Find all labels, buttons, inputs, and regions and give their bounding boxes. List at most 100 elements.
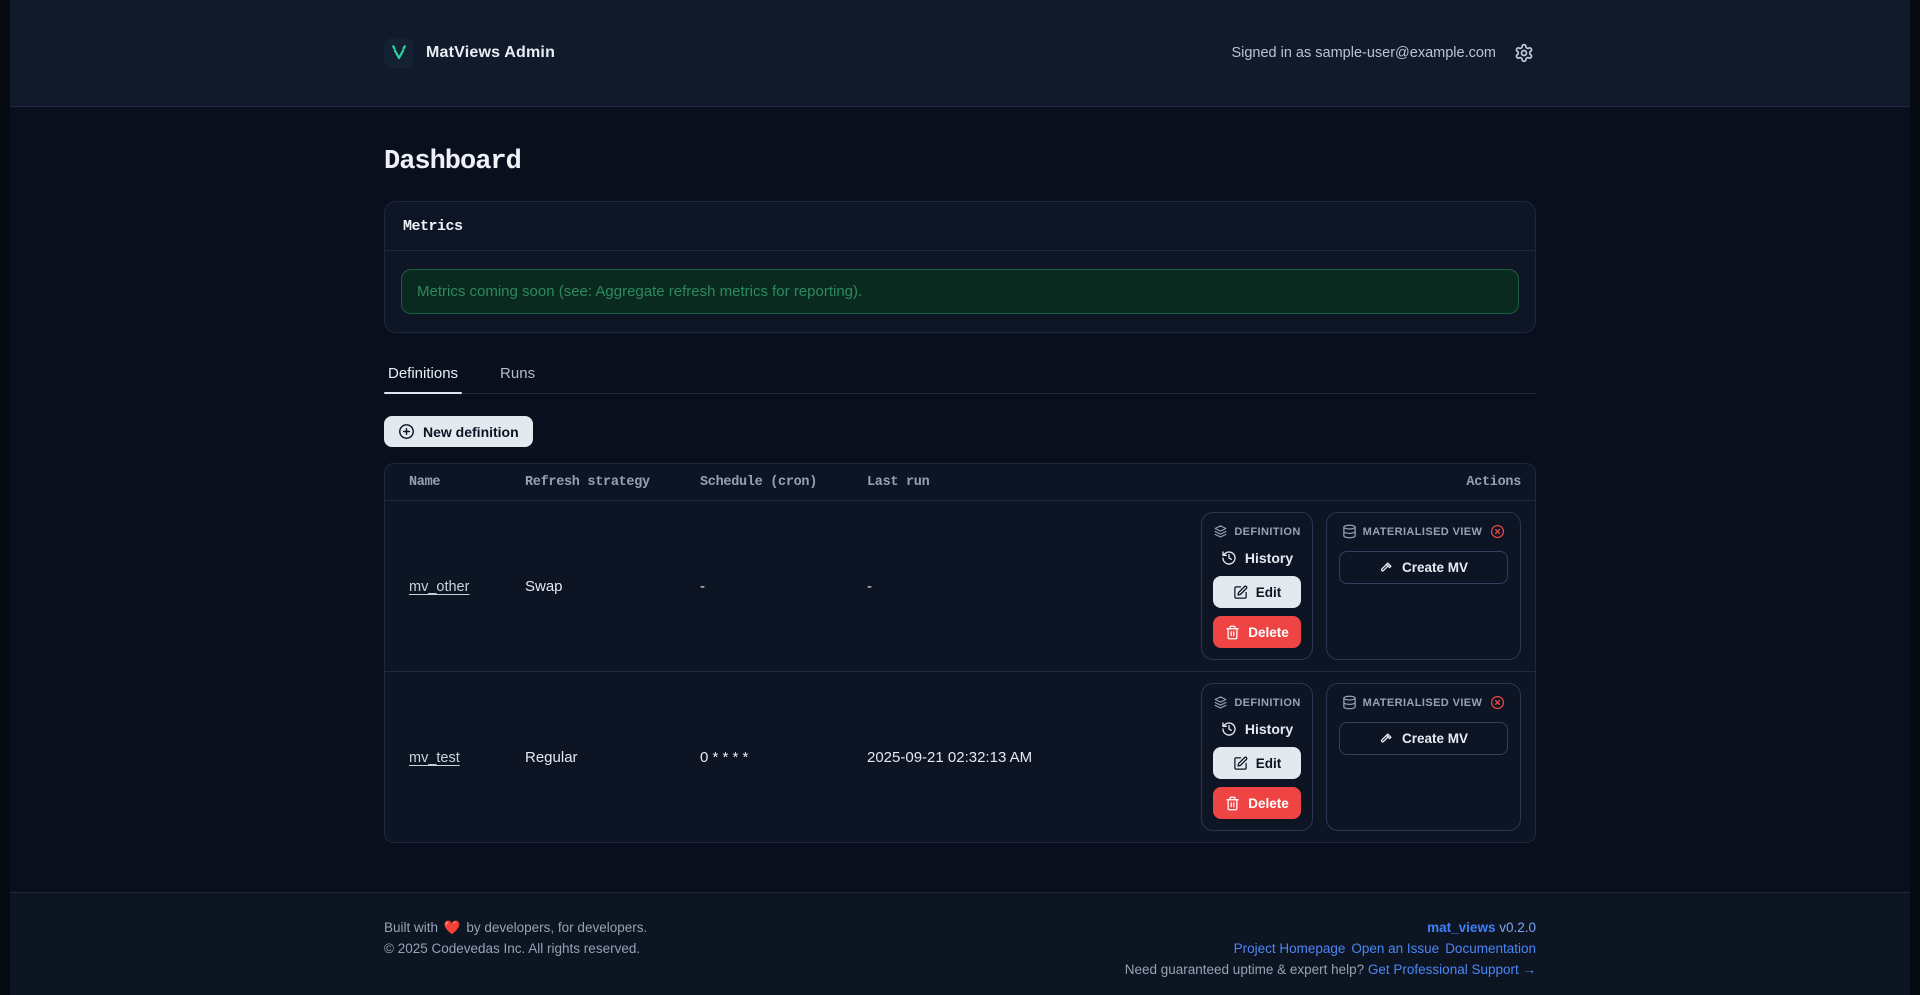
schedule-cell: 0 * * * * — [700, 749, 867, 766]
footer: Built with ❤️ by developers, for develop… — [10, 892, 1910, 995]
new-definition-label: New definition — [423, 424, 519, 440]
definition-panel-title: DEFINITION — [1213, 695, 1300, 710]
app-title: MatViews Admin — [426, 44, 555, 62]
table-row: mv_test Regular 0 * * * * 2025-09-21 02:… — [385, 671, 1535, 842]
settings-gear-icon[interactable] — [1512, 41, 1536, 65]
layers-icon — [1213, 524, 1228, 539]
definition-link-mv-test[interactable]: mv_test — [409, 750, 460, 766]
history-icon — [1221, 721, 1237, 737]
materialised-view-panel-title: MATERIALISED VIEW — [1342, 524, 1506, 539]
trash-icon — [1225, 625, 1240, 640]
history-button[interactable]: History — [1221, 550, 1293, 566]
main-content: Dashboard Metrics Metrics coming soon (s… — [10, 107, 1910, 892]
new-definition-button[interactable]: New definition — [384, 416, 533, 447]
layers-icon — [1213, 695, 1228, 710]
history-icon — [1221, 550, 1237, 566]
content-container: Dashboard Metrics Metrics coming soon (s… — [384, 147, 1536, 843]
definitions-toolbar: New definition — [384, 416, 1536, 447]
footer-link-project-homepage[interactable]: Project Homepage — [1234, 939, 1346, 960]
brand[interactable]: MatViews Admin — [384, 38, 555, 68]
metrics-card-header: Metrics — [385, 202, 1535, 251]
signed-in-text: Signed in as sample-user@example.com — [1231, 45, 1496, 61]
delete-button[interactable]: Delete — [1213, 787, 1301, 819]
create-mv-label: Create MV — [1402, 731, 1468, 746]
table-header-row: Name Refresh strategy Schedule (cron) La… — [385, 464, 1535, 501]
footer-link-open-an-issue[interactable]: Open an Issue — [1351, 939, 1439, 960]
metrics-coming-soon-alert: Metrics coming soon (see: Aggregate refr… — [401, 269, 1519, 314]
column-header-schedule: Schedule (cron) — [700, 475, 867, 490]
heart-icon: ❤️ — [442, 920, 463, 935]
definition-panel-title: DEFINITION — [1213, 524, 1300, 539]
edit-button[interactable]: Edit — [1213, 747, 1301, 779]
edit-label: Edit — [1256, 585, 1282, 600]
footer-link-documentation[interactable]: Documentation — [1445, 939, 1536, 960]
materialised-view-panel: MATERIALISED VIEW — [1326, 683, 1521, 831]
circle-x-icon — [1490, 524, 1505, 539]
footer-inner: Built with ❤️ by developers, for develop… — [384, 893, 1536, 981]
table-row: mv_other Swap - - — [385, 501, 1535, 671]
schedule-cell: - — [700, 578, 867, 595]
definition-name-cell: mv_other — [385, 578, 525, 595]
hammer-icon — [1379, 560, 1394, 575]
definition-panel-label: DEFINITION — [1234, 526, 1300, 538]
create-mv-button[interactable]: Create MV — [1339, 722, 1508, 755]
footer-built-prefix: Built with — [384, 920, 438, 935]
history-label: History — [1245, 721, 1293, 737]
footer-tagline: Built with ❤️ by developers, for develop… — [384, 918, 647, 939]
page: MatViews Admin Signed in as sample-user@… — [10, 0, 1910, 995]
materialised-view-panel-title: MATERIALISED VIEW — [1342, 695, 1506, 710]
tab-runs[interactable]: Runs — [496, 359, 539, 393]
footer-copyright: © 2025 Codevedas Inc. All rights reserve… — [384, 939, 647, 960]
definition-actions-panel: DEFINITION History — [1201, 512, 1313, 660]
materialised-view-label: MATERIALISED VIEW — [1363, 526, 1483, 538]
refresh-strategy-cell: Swap — [525, 578, 700, 595]
edit-button[interactable]: Edit — [1213, 576, 1301, 608]
matviews-logo-icon — [384, 38, 414, 68]
edit-label: Edit — [1256, 756, 1282, 771]
database-icon — [1342, 695, 1357, 710]
delete-label: Delete — [1248, 796, 1289, 811]
create-mv-button[interactable]: Create MV — [1339, 551, 1508, 584]
delete-label: Delete — [1248, 625, 1289, 640]
refresh-strategy-cell: Regular — [525, 749, 700, 766]
definition-panel-label: DEFINITION — [1234, 697, 1300, 709]
definitions-table: Name Refresh strategy Schedule (cron) La… — [384, 463, 1536, 843]
metrics-card-body: Metrics coming soon (see: Aggregate refr… — [385, 251, 1535, 332]
metrics-title: Metrics — [403, 218, 463, 235]
footer-link-professional-support[interactable]: Get Professional Support → — [1368, 962, 1536, 977]
footer-brand-line: mat_views v0.2.0 — [1125, 918, 1536, 939]
footer-support-line: Need guaranteed uptime & expert help? Ge… — [1125, 960, 1536, 981]
page-title: Dashboard — [384, 147, 1536, 177]
hammer-icon — [1379, 731, 1394, 746]
tab-bar: Definitions Runs — [384, 359, 1536, 394]
definition-name-cell: mv_test — [385, 749, 525, 766]
column-header-name: Name — [385, 475, 525, 490]
edit-pencil-icon — [1233, 756, 1248, 771]
materialised-view-panel: MATERIALISED VIEW — [1326, 512, 1521, 660]
column-header-actions: Actions — [1201, 475, 1535, 490]
delete-button[interactable]: Delete — [1213, 616, 1301, 648]
column-header-refresh-strategy: Refresh strategy — [525, 475, 700, 490]
footer-brand-link[interactable]: mat_views — [1427, 920, 1495, 935]
plus-circle-icon — [398, 423, 415, 440]
database-icon — [1342, 524, 1357, 539]
footer-version: v0.2.0 — [1499, 920, 1536, 935]
metrics-card: Metrics Metrics coming soon (see: Aggreg… — [384, 201, 1536, 333]
history-label: History — [1245, 550, 1293, 566]
footer-left: Built with ❤️ by developers, for develop… — [384, 918, 647, 960]
definition-actions-panel: DEFINITION History — [1201, 683, 1313, 831]
history-button[interactable]: History — [1221, 721, 1293, 737]
top-header-inner: MatViews Admin Signed in as sample-user@… — [384, 38, 1536, 68]
trash-icon — [1225, 796, 1240, 811]
top-header-right: Signed in as sample-user@example.com — [1231, 41, 1536, 65]
last-run-cell: - — [867, 578, 1201, 595]
top-header: MatViews Admin Signed in as sample-user@… — [10, 0, 1910, 107]
circle-x-icon — [1490, 695, 1505, 710]
definition-link-mv-other[interactable]: mv_other — [409, 579, 469, 595]
footer-right: mat_views v0.2.0 Project Homepage Open a… — [1125, 918, 1536, 981]
column-header-last-run: Last run — [867, 475, 1201, 490]
footer-built-suffix: by developers, for developers. — [466, 920, 647, 935]
actions-cell: DEFINITION History — [1201, 672, 1535, 842]
tab-definitions[interactable]: Definitions — [384, 359, 462, 393]
materialised-view-label: MATERIALISED VIEW — [1363, 697, 1483, 709]
